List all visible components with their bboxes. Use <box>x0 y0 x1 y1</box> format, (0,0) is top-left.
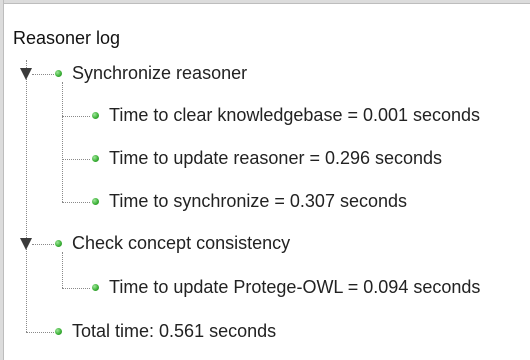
tree-connector-child-2 <box>62 159 90 160</box>
panel-top-border <box>0 0 530 4</box>
expand-consistency-toggle-icon[interactable] <box>20 238 32 250</box>
tree-connector-root <box>26 60 27 332</box>
consistency-node-icon <box>55 240 62 247</box>
tree-connector-sync <box>32 74 54 75</box>
tree-node-update-protege[interactable]: Time to update Protege-OWL = 0.094 secon… <box>109 277 480 298</box>
sync-node-icon <box>55 70 62 77</box>
tree-root-label: Reasoner log <box>13 28 121 48</box>
panel-left-border <box>0 0 4 360</box>
child-1-node-icon <box>92 112 99 119</box>
tree-connector-child-4 <box>62 288 90 289</box>
tree-connector-consistency-children <box>62 252 63 288</box>
tree-connector-child-1 <box>62 116 90 117</box>
tree-node-total-time[interactable]: Total time: 0.561 seconds <box>72 321 276 342</box>
tree-node-update-reasoner[interactable]: Time to update reasoner = 0.296 seconds <box>109 148 442 169</box>
total-node-icon <box>55 328 62 335</box>
child-2-node-icon <box>92 155 99 162</box>
tree-connector-child-3 <box>62 202 90 203</box>
tree-node-sync[interactable]: Synchronize reasoner <box>72 63 247 84</box>
expand-sync-toggle-icon[interactable] <box>20 68 32 80</box>
tree-connector-total <box>26 332 54 333</box>
tree-connector-consistency <box>32 244 54 245</box>
tree-node-consistency[interactable]: Check concept consistency <box>72 233 290 254</box>
child-3-node-icon <box>92 198 99 205</box>
tree-node-clear-kb[interactable]: Time to clear knowledgebase = 0.001 seco… <box>109 105 480 126</box>
child-4-node-icon <box>92 284 99 291</box>
reasoner-log-panel: Reasoner log Synchronize reasoner Time t… <box>0 0 530 360</box>
tree-node-synchronize[interactable]: Time to synchronize = 0.307 seconds <box>109 191 407 212</box>
tree-connector-sync-children <box>62 82 63 202</box>
